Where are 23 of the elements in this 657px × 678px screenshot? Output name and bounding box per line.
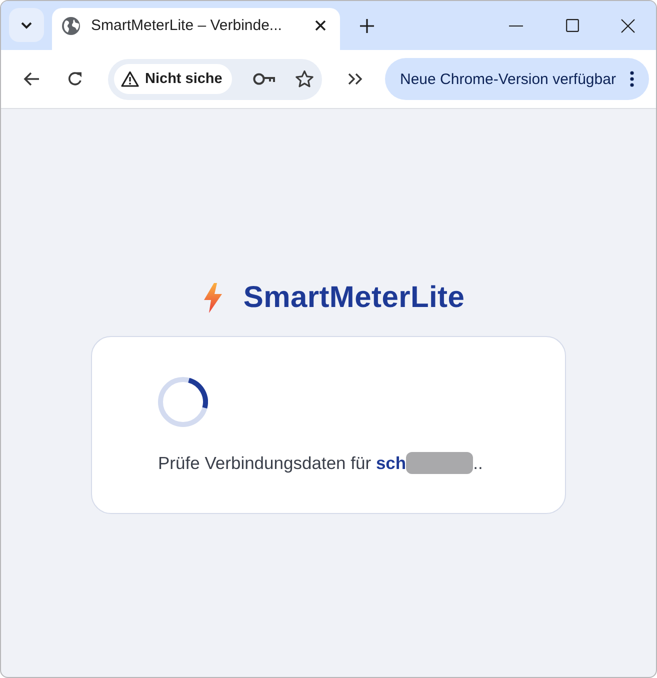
double-chevron-icon: [348, 73, 362, 85]
minimize-icon: [509, 24, 523, 26]
browser-tab[interactable]: SmartMeterLite – Verbinde...: [52, 8, 340, 50]
reload-icon: [67, 71, 83, 87]
plus-icon: [360, 19, 374, 33]
lightning-bolt-icon: [204, 283, 222, 313]
more-icon: [630, 71, 634, 87]
globe-icon: [62, 16, 80, 34]
status-message: Prüfe Verbindungsdaten für sch: [158, 452, 406, 475]
address-bar[interactable]: Nicht siche: [108, 58, 322, 100]
chevron-down-icon: [21, 22, 32, 28]
maximize-icon: [566, 19, 578, 32]
update-button[interactable]: Neue Chrome-Version verfügbar: [385, 58, 649, 100]
star-icon: [294, 70, 314, 88]
key-icon: [253, 73, 275, 85]
arrow-left-icon: [23, 72, 39, 86]
security-chip[interactable]: Nicht siche: [114, 64, 232, 94]
status-ellipsis: ..: [473, 452, 483, 475]
warning-icon: [121, 71, 139, 87]
close-icon: [621, 18, 635, 32]
app-logo-text: SmartMeterLite: [243, 281, 465, 315]
tab-title: SmartMeterLite – Verbinde...: [91, 17, 283, 34]
close-icon: [314, 20, 326, 31]
